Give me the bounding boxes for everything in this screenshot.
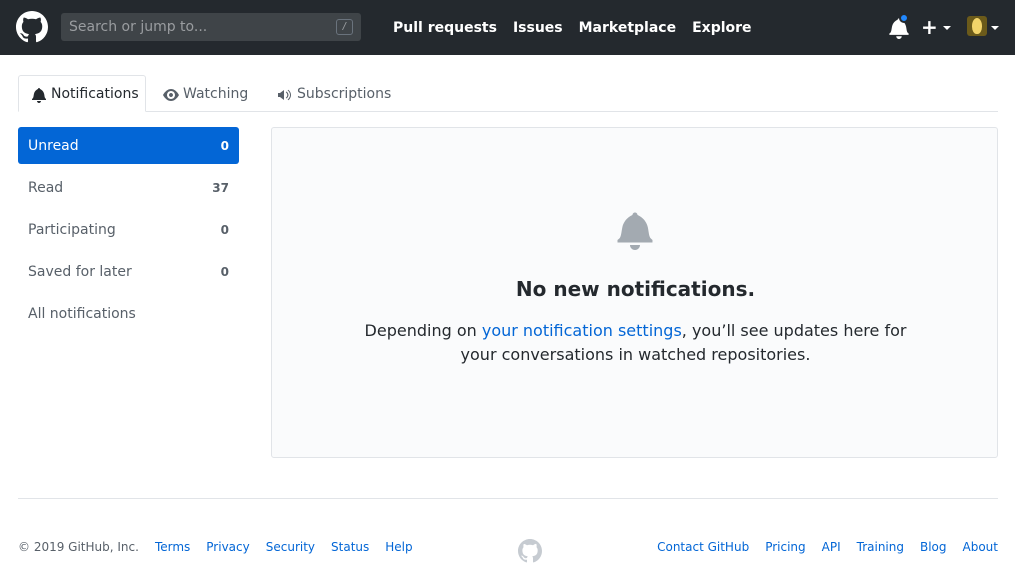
tab-watching-label: Watching xyxy=(183,85,249,102)
notifications-filter-sidebar: Unread 0 Read 37 Participating 0 Saved f… xyxy=(18,127,239,337)
github-logo-icon[interactable] xyxy=(16,11,48,43)
empty-notifications-blankslate: No new notifications. Depending on your … xyxy=(271,127,998,458)
nav-marketplace[interactable]: Marketplace xyxy=(579,20,676,36)
footer-link-blog[interactable]: Blog xyxy=(920,540,947,554)
user-menu-caret-icon[interactable] xyxy=(991,26,999,30)
user-avatar[interactable] xyxy=(967,16,987,36)
footer-link-terms[interactable]: Terms xyxy=(155,540,190,554)
sidebar-item-count: 0 xyxy=(220,222,229,237)
sidebar-item-label: Read xyxy=(28,179,64,196)
unread-indicator-dot xyxy=(899,13,909,23)
search-box: / xyxy=(61,13,361,41)
footer-link-help[interactable]: Help xyxy=(385,540,412,554)
notifications-tabs: Notifications Watching Subscriptions xyxy=(18,75,998,112)
notification-settings-link[interactable]: your notification settings xyxy=(482,321,682,340)
empty-state-desc-before: Depending on xyxy=(364,321,482,340)
footer-link-contact-github[interactable]: Contact GitHub xyxy=(657,540,749,554)
sidebar-item-label: Participating xyxy=(28,221,116,238)
sidebar-item-count: 0 xyxy=(220,264,229,279)
broadcast-icon xyxy=(278,89,291,101)
footer-link-status[interactable]: Status xyxy=(331,540,369,554)
search-input[interactable] xyxy=(61,13,331,41)
empty-state-title: No new notifications. xyxy=(515,277,756,301)
global-header: / Pull requests Issues Marketplace Explo… xyxy=(0,0,1015,55)
tab-notifications[interactable]: Notifications xyxy=(18,75,146,112)
footer-left-links: © 2019 GitHub, Inc. Terms Privacy Securi… xyxy=(18,540,429,554)
create-new-plus-icon[interactable]: + xyxy=(921,13,938,41)
footer-divider xyxy=(18,498,998,499)
nav-issues[interactable]: Issues xyxy=(513,20,563,36)
sidebar-item-label: All notifications xyxy=(28,305,136,322)
sidebar-item-participating[interactable]: Participating 0 xyxy=(18,211,239,248)
tab-watching[interactable]: Watching xyxy=(163,75,248,112)
avatar-image xyxy=(972,18,982,34)
empty-state-description: Depending on your notification settings,… xyxy=(352,319,919,367)
footer-github-mark-icon[interactable] xyxy=(518,539,542,563)
footer-copyright: © 2019 GitHub, Inc. xyxy=(18,540,139,554)
footer-right-links: Contact GitHub Pricing API Training Blog… xyxy=(657,540,998,554)
footer-link-training[interactable]: Training xyxy=(857,540,904,554)
create-new-caret-icon[interactable] xyxy=(943,26,951,30)
footer-link-pricing[interactable]: Pricing xyxy=(765,540,805,554)
nav-explore[interactable]: Explore xyxy=(692,20,751,36)
footer-link-about[interactable]: About xyxy=(963,540,998,554)
sidebar-item-saved-for-later[interactable]: Saved for later 0 xyxy=(18,253,239,290)
sidebar-item-count: 37 xyxy=(212,180,229,195)
tab-notifications-label: Notifications xyxy=(51,85,139,102)
sidebar-item-count: 0 xyxy=(220,138,229,153)
sidebar-item-label: Saved for later xyxy=(28,263,132,280)
empty-state-bell-icon xyxy=(617,212,653,250)
footer-link-privacy[interactable]: Privacy xyxy=(206,540,249,554)
sidebar-item-all-notifications[interactable]: All notifications xyxy=(18,295,239,332)
eye-icon xyxy=(163,88,179,101)
bell-icon xyxy=(32,87,46,103)
tab-subscriptions-label: Subscriptions xyxy=(297,85,392,102)
sidebar-item-unread[interactable]: Unread 0 xyxy=(18,127,239,164)
footer-link-api[interactable]: API xyxy=(822,540,841,554)
sidebar-item-read[interactable]: Read 37 xyxy=(18,169,239,206)
header-nav: Pull requests Issues Marketplace Explore xyxy=(393,0,768,55)
search-shortcut-hint: / xyxy=(336,19,353,35)
footer-link-security[interactable]: Security xyxy=(266,540,315,554)
nav-pull-requests[interactable]: Pull requests xyxy=(393,20,497,36)
sidebar-item-label: Unread xyxy=(28,137,79,154)
tab-subscriptions[interactable]: Subscriptions xyxy=(277,75,391,112)
